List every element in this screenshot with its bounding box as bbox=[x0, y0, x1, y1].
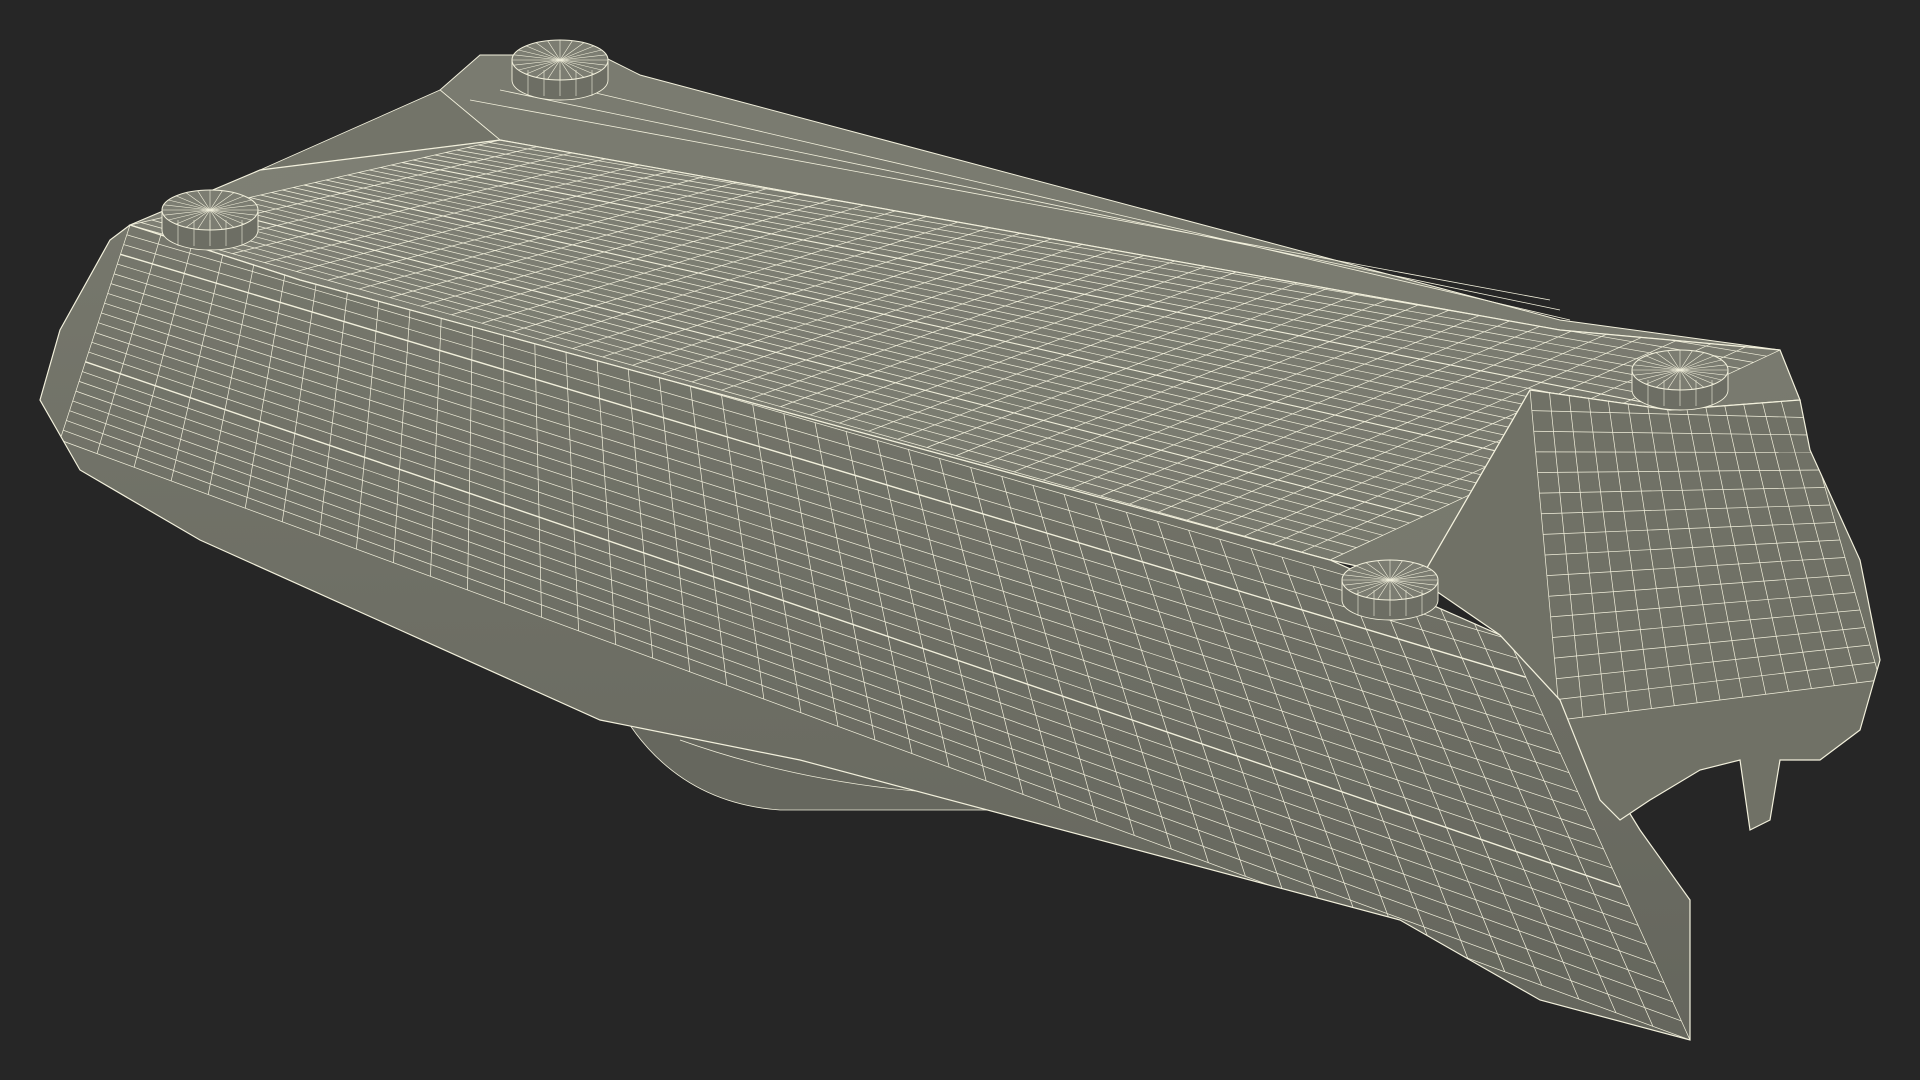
pad-back-right bbox=[1631, 349, 1729, 411]
pad-front-right bbox=[1341, 559, 1439, 621]
pad-back-left bbox=[511, 39, 609, 101]
pad-front-left bbox=[161, 189, 259, 251]
wireframe-render bbox=[39, 39, 1881, 1041]
render-viewport bbox=[0, 0, 1920, 1080]
